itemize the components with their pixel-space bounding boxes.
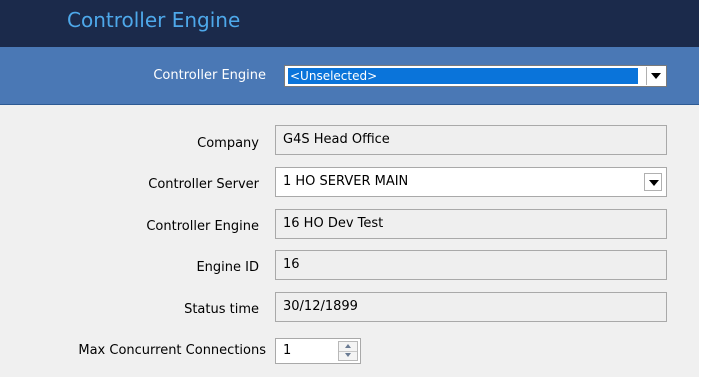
company-label: Company [197,136,259,151]
title-bar: Controller Engine [0,0,699,47]
spin-buttons[interactable] [338,341,358,361]
page-title: Controller Engine [67,8,241,32]
engine-id-field[interactable]: 16 [275,250,667,280]
spin-down-icon[interactable] [339,351,357,360]
controller-server-value: 1 HO SERVER MAIN [283,174,409,189]
status-time-field[interactable]: 30/12/1899 [275,292,667,322]
company-field[interactable]: G4S Head Office [275,125,667,155]
controller-engine-window: Controller Engine Controller Engine <Uns… [0,0,705,377]
max-concurrent-connections-label: Max Concurrent Connections [78,343,266,358]
engine-id-label: Engine ID [196,260,259,275]
engine-selector-label: Controller Engine [153,68,266,83]
engine-selector-dropdown[interactable]: <Unselected> [284,65,667,87]
engine-details-panel: Company G4S Head Office Controller Serve… [0,105,699,377]
controller-server-dropdown[interactable]: 1 HO SERVER MAIN [275,167,667,197]
controller-engine-label: Controller Engine [146,219,259,234]
max-concurrent-connections-stepper[interactable]: 1 [275,338,361,364]
window-edge [699,0,705,377]
chevron-down-icon[interactable] [644,173,662,191]
status-time-label: Status time [184,302,259,317]
controller-engine-field[interactable]: 16 HO Dev Test [275,209,667,239]
controller-server-label: Controller Server [148,177,259,192]
max-concurrent-connections-value[interactable]: 1 [283,343,291,358]
chevron-down-icon[interactable] [646,67,664,85]
engine-selector-value[interactable]: <Unselected> [288,68,638,84]
engine-selector-bar: Controller Engine <Unselected> [0,47,699,105]
